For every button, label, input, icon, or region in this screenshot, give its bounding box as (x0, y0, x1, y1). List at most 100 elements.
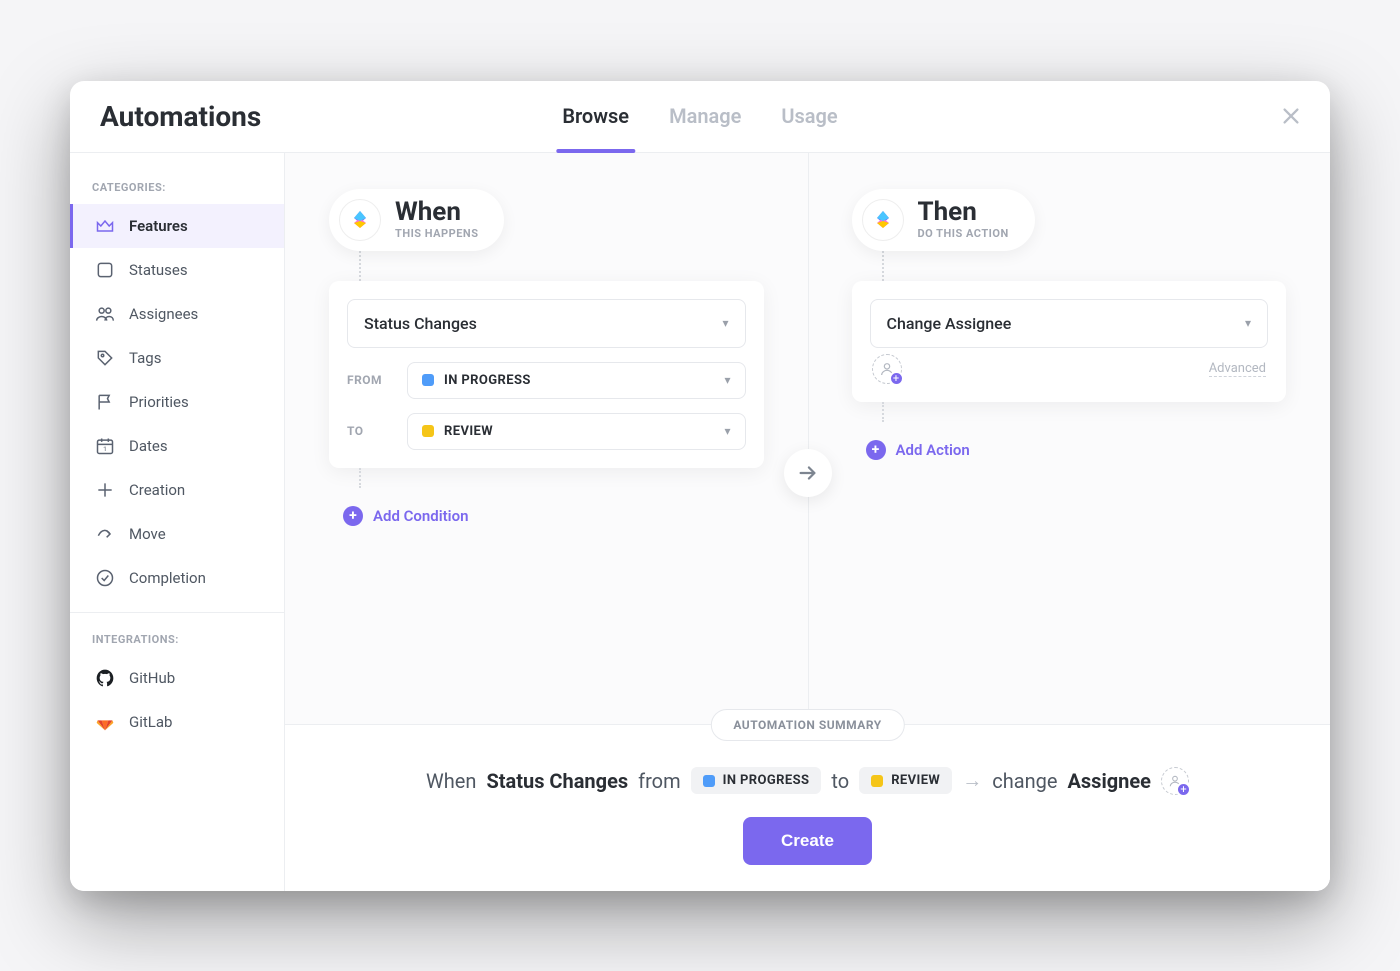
then-title: Then (918, 199, 1009, 225)
connector-line (882, 251, 1287, 281)
create-button[interactable]: Create (743, 817, 872, 865)
summary-change-word: change (992, 769, 1057, 793)
to-label: TO (347, 424, 391, 438)
tab-usage[interactable]: Usage (781, 81, 837, 152)
when-header: When THIS HAPPENS (329, 189, 504, 251)
main-panel: When THIS HAPPENS Status Changes ▾ FROM (285, 153, 1330, 891)
sidebar-item-label: Priorities (129, 393, 189, 411)
svg-text:1: 1 (103, 445, 107, 453)
app-logo-icon (862, 199, 904, 241)
flag-icon (95, 392, 115, 412)
sidebar-item-assignees[interactable]: Assignees (70, 292, 284, 336)
sidebar-item-features[interactable]: Features (70, 204, 284, 248)
from-status-select[interactable]: IN PROGRESS ▾ (407, 362, 746, 399)
page-title: Automations (100, 100, 261, 133)
status-color-icon (422, 374, 434, 386)
summary-from-chip: IN PROGRESS (691, 767, 822, 794)
sidebar-item-label: Features (129, 217, 188, 235)
app-logo-icon (339, 199, 381, 241)
modal-body: CATEGORIES: Features Statuses Assignees … (70, 153, 1330, 891)
to-status-value: REVIEW (444, 424, 493, 439)
when-subtitle: THIS HAPPENS (395, 227, 478, 240)
sidebar-item-label: Statuses (129, 261, 188, 279)
add-assignee-button[interactable]: + (872, 354, 902, 384)
sidebar-item-label: GitLab (129, 713, 172, 731)
then-column: Then DO THIS ACTION Change Assignee ▾ (808, 153, 1331, 724)
categories-heading: CATEGORIES: (70, 173, 284, 204)
plus-icon (95, 480, 115, 500)
trigger-card: Status Changes ▾ FROM IN PROGRESS ▾ TO (329, 281, 764, 468)
sidebar-item-statuses[interactable]: Statuses (70, 248, 284, 292)
square-icon (95, 260, 115, 280)
chevron-down-icon: ▾ (724, 373, 730, 387)
chevron-down-icon: ▾ (1245, 316, 1251, 330)
automation-builder: When THIS HAPPENS Status Changes ▾ FROM (285, 153, 1330, 724)
share-icon (95, 524, 115, 544)
tag-icon (95, 348, 115, 368)
summary-panel: AUTOMATION SUMMARY When Status Changes f… (285, 724, 1330, 891)
chevron-down-icon: ▾ (722, 316, 728, 330)
summary-badge: AUTOMATION SUMMARY (710, 709, 904, 741)
sidebar-item-tags[interactable]: Tags (70, 336, 284, 380)
summary-assignee-slot[interactable]: + (1161, 767, 1189, 795)
plus-badge-icon: + (889, 371, 904, 386)
action-select[interactable]: Change Assignee ▾ (870, 299, 1269, 348)
summary-target: Assignee (1067, 769, 1151, 793)
gitlab-icon (95, 712, 115, 732)
sidebar-item-priorities[interactable]: Priorities (70, 380, 284, 424)
close-icon[interactable] (1280, 105, 1302, 127)
sidebar-item-label: Move (129, 525, 166, 543)
tab-browse[interactable]: Browse (562, 81, 629, 152)
crown-icon (95, 216, 115, 236)
calendar-icon: 1 (95, 436, 115, 456)
action-card: Change Assignee ▾ + Advanced (852, 281, 1287, 402)
to-status-select[interactable]: REVIEW ▾ (407, 413, 746, 450)
sidebar-item-move[interactable]: Move (70, 512, 284, 556)
trigger-select[interactable]: Status Changes ▾ (347, 299, 746, 348)
add-condition-label: Add Condition (373, 507, 468, 525)
summary-to-word: to (831, 769, 849, 793)
automations-modal: Automations Browse Manage Usage CATEGORI… (70, 81, 1330, 891)
summary-from-word: from (638, 769, 680, 793)
plus-badge-icon: + (1176, 782, 1191, 797)
github-icon (95, 668, 115, 688)
sidebar-item-label: Creation (129, 481, 185, 499)
sidebar-item-dates[interactable]: 1 Dates (70, 424, 284, 468)
plus-circle-icon: + (866, 440, 886, 460)
users-icon (95, 304, 115, 324)
connector-line (359, 251, 764, 281)
summary-to-status: REVIEW (891, 773, 940, 788)
from-label: FROM (347, 373, 391, 387)
sidebar-item-label: Tags (129, 349, 161, 367)
status-color-icon (422, 425, 434, 437)
sidebar-item-label: Dates (129, 437, 168, 455)
sidebar-item-creation[interactable]: Creation (70, 468, 284, 512)
connector-line (882, 402, 1287, 422)
plus-circle-icon: + (343, 506, 363, 526)
then-header: Then DO THIS ACTION (852, 189, 1035, 251)
sidebar-item-completion[interactable]: Completion (70, 556, 284, 600)
sidebar-item-gitlab[interactable]: GitLab (70, 700, 284, 744)
status-color-icon (871, 775, 883, 787)
connector-line (359, 468, 764, 488)
add-condition-button[interactable]: + Add Condition (343, 506, 764, 526)
sidebar-item-label: Assignees (129, 305, 198, 323)
sidebar-item-github[interactable]: GitHub (70, 656, 284, 700)
sidebar-item-label: GitHub (129, 669, 175, 687)
arrow-right-icon (784, 449, 832, 497)
summary-trigger: Status Changes (486, 769, 628, 793)
status-color-icon (703, 775, 715, 787)
sidebar-item-label: Completion (129, 569, 206, 587)
tab-bar: Browse Manage Usage (562, 81, 837, 152)
summary-sentence: When Status Changes from IN PROGRESS to … (315, 767, 1300, 795)
when-title: When (395, 199, 478, 225)
sidebar: CATEGORIES: Features Statuses Assignees … (70, 153, 285, 891)
integrations-heading: INTEGRATIONS: (70, 625, 284, 656)
summary-to-chip: REVIEW (859, 767, 952, 794)
modal-header: Automations Browse Manage Usage (70, 81, 1330, 153)
from-status-value: IN PROGRESS (444, 373, 531, 388)
add-action-button[interactable]: + Add Action (866, 440, 1287, 460)
advanced-link[interactable]: Advanced (1209, 361, 1266, 377)
tab-manage[interactable]: Manage (669, 81, 741, 152)
divider (70, 612, 284, 613)
